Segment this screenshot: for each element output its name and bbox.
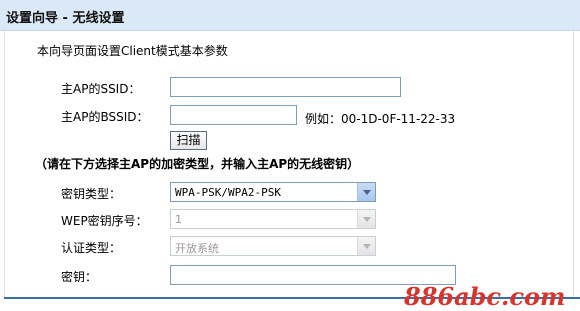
cipher-type-label: 密钥类型：	[61, 187, 122, 201]
auth-type-select[interactable]: 开放系统	[170, 236, 376, 256]
title-bar: 设置向导 - 无线设置	[0, 0, 580, 31]
chevron-down-icon[interactable]	[357, 183, 375, 201]
page-title: 设置向导 - 无线设置	[6, 11, 125, 26]
wep-index-value: 1	[175, 213, 182, 226]
watermark-logo: 886abc.com	[404, 282, 566, 311]
wep-index-select[interactable]: 1	[170, 209, 376, 229]
ssid-input[interactable]	[170, 77, 401, 97]
cipher-type-select[interactable]: WPA-PSK/WPA2-PSK	[170, 182, 376, 202]
cipher-type-value: WPA-PSK/WPA2-PSK	[175, 186, 281, 199]
wep-index-label: WEP密钥序号：	[61, 214, 148, 228]
bssid-input[interactable]	[170, 105, 297, 125]
chevron-down-icon[interactable]	[357, 210, 375, 228]
encryption-note: （请在下方选择主AP的加密类型，并输入主AP的无线密钥）	[35, 157, 360, 171]
intro-text: 本向导页面设置Client模式基本参数	[37, 44, 228, 58]
auth-type-label: 认证类型：	[61, 241, 122, 255]
bssid-example: 例如：00-1D-0F-11-22-33	[305, 112, 456, 126]
key-label: 密钥：	[61, 270, 98, 284]
scan-button[interactable]: 扫描	[170, 131, 207, 150]
chevron-down-icon[interactable]	[357, 237, 375, 255]
auth-type-value: 开放系统	[175, 242, 219, 255]
ssid-label: 主AP的SSID：	[61, 82, 141, 96]
bssid-label: 主AP的BSSID：	[61, 110, 149, 124]
